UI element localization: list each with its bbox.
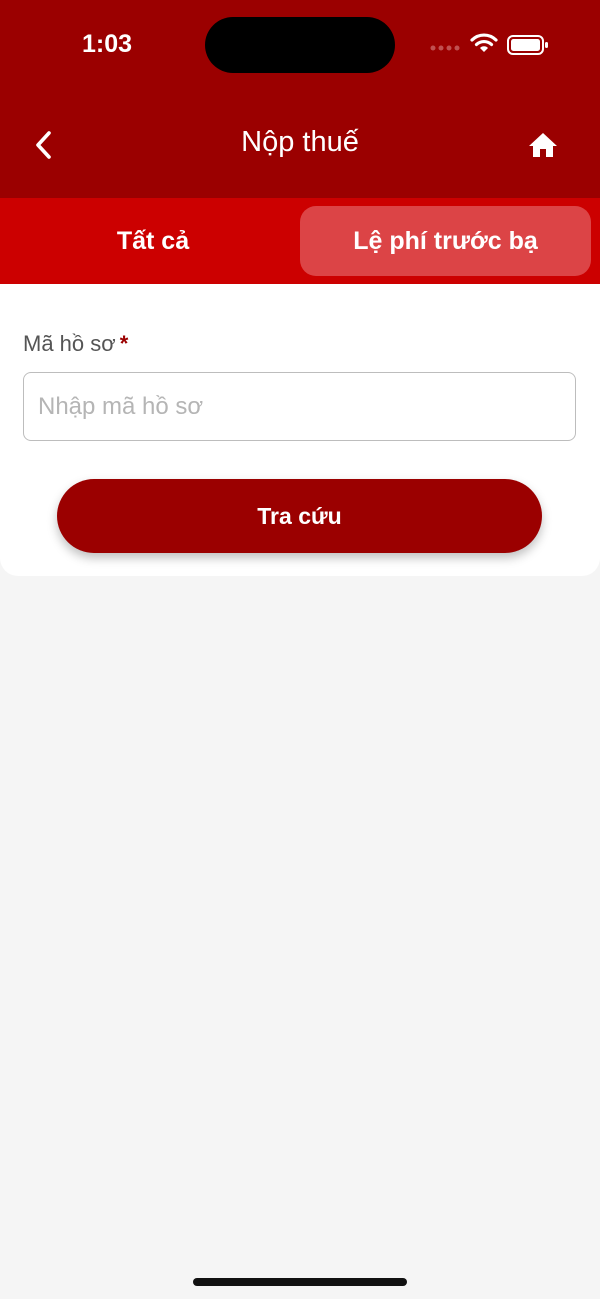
required-mark: *	[119, 331, 129, 356]
app-header: 1:03 Nộp thuế	[0, 0, 600, 198]
status-bar: 1:03	[0, 0, 600, 90]
home-icon[interactable]	[527, 130, 559, 160]
dynamic-island	[205, 17, 395, 73]
file-code-label: Mã hồ sơ	[23, 331, 116, 356]
home-indicator	[193, 1278, 407, 1286]
cellular-signal-icon	[430, 45, 460, 51]
page-title: Nộp thuế	[241, 126, 359, 158]
tab-all[interactable]: Tất cả	[8, 206, 298, 276]
status-time: 1:03	[82, 30, 133, 58]
field-label-container: Mã hồ sơ *	[23, 331, 128, 357]
tab-bar: Tất cả Lệ phí trước bạ	[0, 198, 600, 284]
search-form-card: Mã hồ sơ* Tra cứu	[0, 284, 600, 576]
wifi-icon	[470, 33, 498, 52]
search-button[interactable]: Tra cứu	[57, 479, 542, 553]
file-code-input[interactable]	[23, 372, 576, 441]
battery-icon	[507, 35, 548, 55]
tab-registration-fee[interactable]: Lệ phí trước bạ	[300, 206, 591, 276]
